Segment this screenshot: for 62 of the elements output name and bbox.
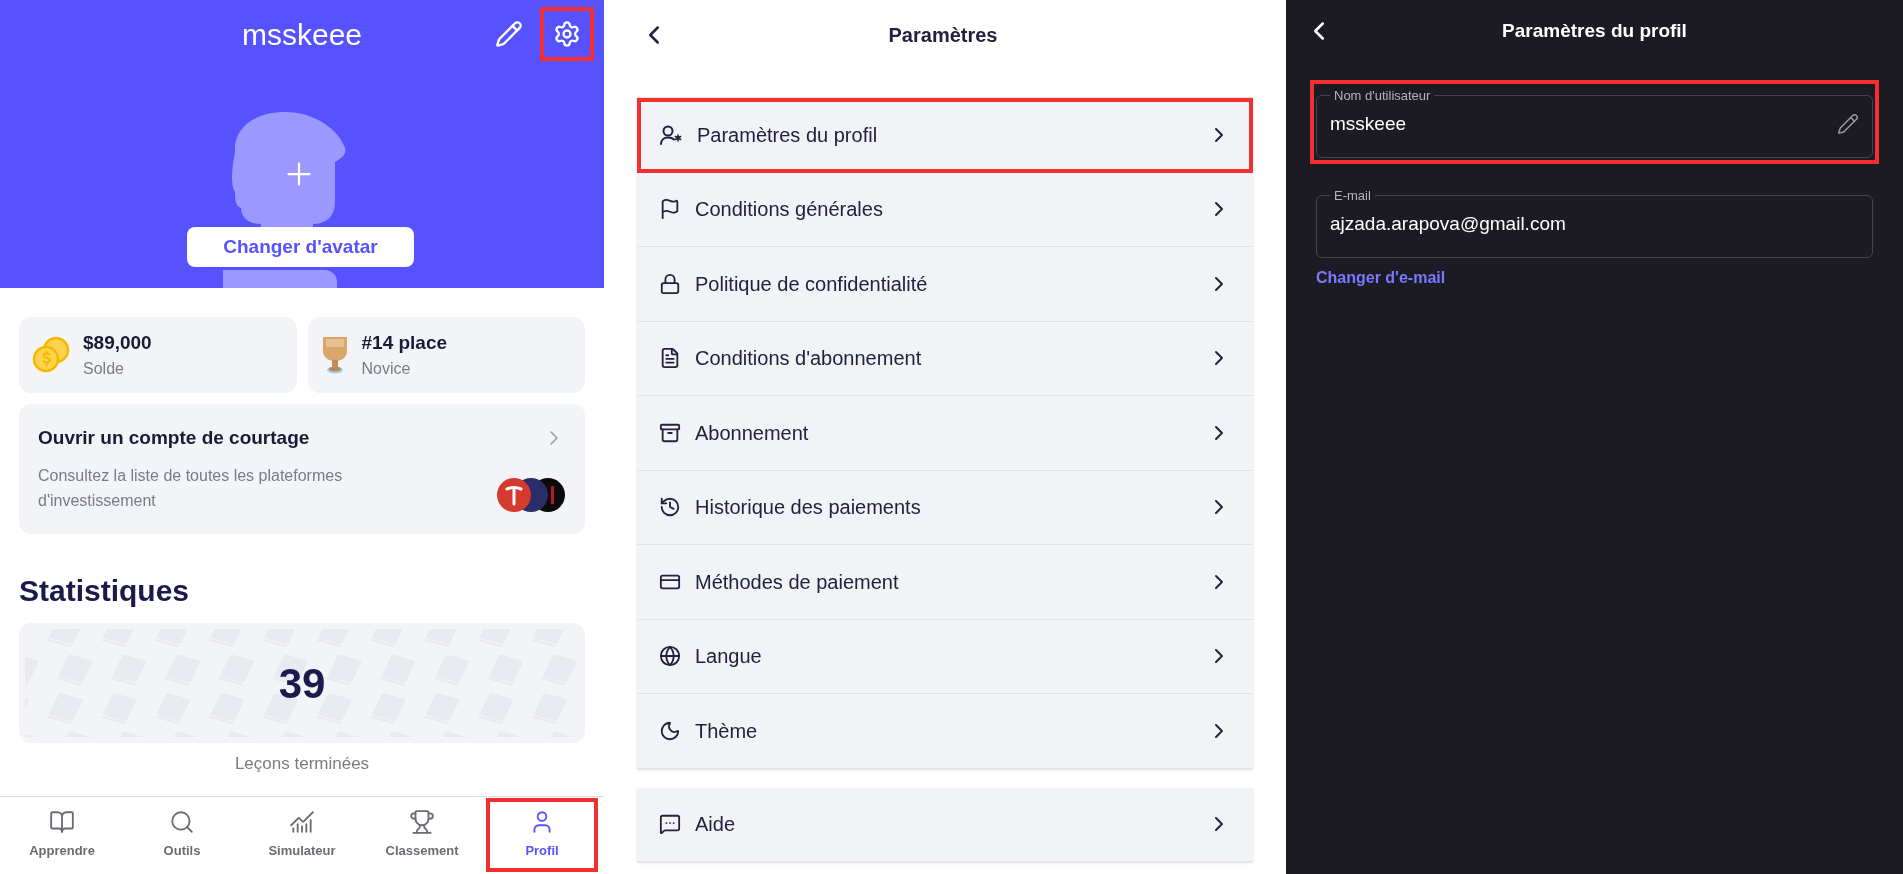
- globe-icon: [659, 645, 681, 668]
- settings-item[interactable]: Paramètres du profil: [637, 98, 1253, 173]
- settings-item[interactable]: Langue: [637, 619, 1253, 694]
- broker-description: Consultez la liste de toutes les plateformes d'investissement: [38, 465, 344, 511]
- settings-item[interactable]: Conditions d'abonnement: [637, 321, 1253, 396]
- nav-tab[interactable]: Classement: [366, 797, 478, 872]
- chart-icon: [289, 808, 315, 835]
- change-avatar-button[interactable]: Changer d'avatar: [187, 227, 414, 267]
- field-label: E-mail: [1333, 187, 1372, 205]
- settings-item-label: Paramètres du profil: [697, 122, 879, 148]
- settings-item-label: Conditions d'abonnement: [695, 346, 923, 372]
- lock-icon: [659, 272, 681, 295]
- document-icon: [659, 347, 681, 370]
- book-icon: [49, 808, 75, 835]
- settings-item-label: Méthodes de paiement: [695, 569, 900, 595]
- nav-tab[interactable]: Apprendre: [6, 797, 118, 872]
- settings-item[interactable]: Conditions générales: [637, 172, 1253, 247]
- chat-icon: [659, 813, 681, 836]
- lessons-caption: Leçons terminées: [234, 753, 370, 775]
- trophy-icon: [409, 808, 435, 835]
- settings-item-label: Langue: [695, 644, 763, 670]
- nav-tab[interactable]: Profil: [486, 797, 598, 872]
- settings-item[interactable]: Aide: [637, 787, 1253, 862]
- field-label: Nom d'utilisateur: [1333, 87, 1432, 105]
- nav-tab[interactable]: Simulateur: [246, 797, 358, 872]
- profile-settings-title: Paramètres du profil: [1502, 18, 1687, 43]
- settings-icon: [553, 20, 581, 48]
- settings-button[interactable]: [540, 7, 594, 61]
- platform-logos-icon: [496, 476, 566, 513]
- settings-item-label: Politique de confidentialité: [695, 271, 929, 297]
- field-value: msskeee: [1330, 111, 1407, 136]
- settings-item-label: Aide: [695, 812, 737, 838]
- nav-tab[interactable]: Outils: [126, 797, 238, 872]
- settings-item[interactable]: Méthodes de paiement: [637, 545, 1253, 620]
- moon-icon: [659, 719, 681, 742]
- broker-card[interactable]: Ouvrir un compte de courtage Consultez la liste de toutes les plateformes d'investissement: [19, 404, 585, 534]
- lessons-count: 39: [278, 658, 326, 709]
- settings-item-label: Historique des paiements: [695, 495, 922, 521]
- flag-icon: [659, 198, 681, 221]
- stat-value: #14 place: [361, 330, 448, 355]
- history-icon: [659, 496, 681, 519]
- settings-item-label: Thème: [695, 718, 759, 744]
- stat-label: Novice: [361, 359, 412, 380]
- settings-item[interactable]: Abonnement: [637, 396, 1253, 471]
- field-value: ajzada.arapova@gmail.com: [1330, 211, 1566, 236]
- settings-item[interactable]: Thème: [637, 694, 1253, 769]
- settings-title: Paramètres: [888, 23, 998, 48]
- settings-item-label: Abonnement: [695, 420, 810, 446]
- settings-item-label: Conditions générales: [695, 197, 884, 223]
- stat-value: $89,000: [83, 330, 152, 355]
- username-title: msskeee: [241, 16, 362, 53]
- pencil-icon: [495, 20, 523, 48]
- pencil-icon[interactable]: [1837, 112, 1859, 135]
- coins-icon: [31, 335, 71, 375]
- stat-label: Solde: [83, 359, 125, 380]
- settings-item[interactable]: Politique de confidentialité: [637, 247, 1253, 322]
- settings-item[interactable]: Historique des paiements: [637, 470, 1253, 545]
- broker-title: Ouvrir un compte de courtage: [38, 426, 310, 450]
- search-icon: [169, 808, 195, 835]
- change-email-link[interactable]: Changer d'e-mail: [1316, 266, 1446, 290]
- archive-icon: [659, 421, 681, 444]
- statistics-heading: Statistiques: [18, 573, 191, 609]
